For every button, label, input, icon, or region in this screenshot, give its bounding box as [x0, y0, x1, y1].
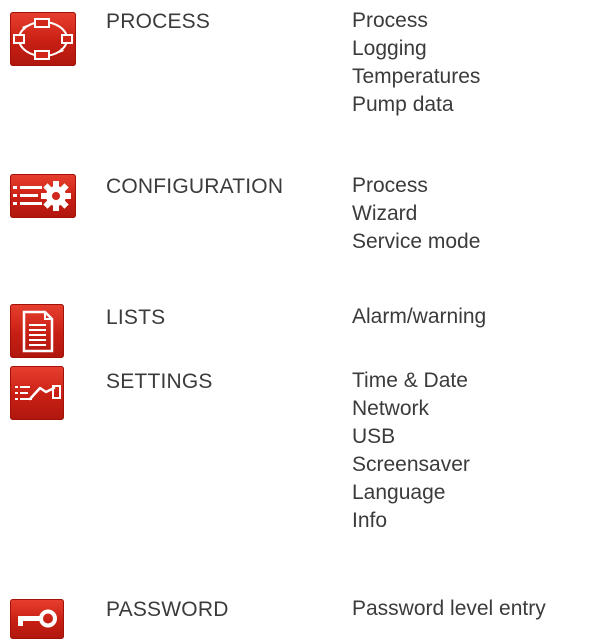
process-cycle-icon[interactable] — [10, 12, 76, 66]
section-title-process[interactable]: PROCESS — [106, 10, 210, 34]
menu-item-process[interactable]: Process — [352, 172, 480, 200]
menu-item-wizard[interactable]: Wizard — [352, 200, 480, 228]
configuration-items: Process Wizard Service mode — [352, 172, 480, 256]
section-title-settings[interactable]: SETTINGS — [106, 370, 213, 394]
menu-item-alarm-warning[interactable]: Alarm/warning — [352, 303, 486, 331]
menu-item-time-date[interactable]: Time & Date — [352, 367, 470, 395]
menu-item-language[interactable]: Language — [352, 479, 470, 507]
section-title-lists[interactable]: LISTS — [106, 306, 165, 330]
settings-hand-icon[interactable] — [10, 366, 64, 420]
menu-item-screensaver[interactable]: Screensaver — [352, 451, 470, 479]
menu-item-network[interactable]: Network — [352, 395, 470, 423]
menu-item-temperatures[interactable]: Temperatures — [352, 63, 480, 91]
password-key-icon[interactable] — [10, 599, 64, 639]
menu-item-pump-data[interactable]: Pump data — [352, 91, 480, 119]
section-title-password[interactable]: PASSWORD — [106, 598, 229, 622]
password-items: Password level entry — [352, 595, 546, 623]
menu-item-password-level-entry[interactable]: Password level entry — [352, 595, 546, 623]
section-title-configuration[interactable]: CONFIGURATION — [106, 175, 283, 199]
menu-item-info[interactable]: Info — [352, 507, 470, 535]
menu-item-logging[interactable]: Logging — [352, 35, 480, 63]
list-document-icon[interactable] — [10, 304, 64, 358]
menu-item-usb[interactable]: USB — [352, 423, 470, 451]
configuration-gear-icon[interactable] — [10, 174, 76, 218]
process-items: Process Logging Temperatures Pump data — [352, 7, 480, 119]
menu-item-process[interactable]: Process — [352, 7, 480, 35]
settings-items: Time & Date Network USB Screensaver Lang… — [352, 367, 470, 535]
lists-items: Alarm/warning — [352, 303, 486, 331]
menu-item-service-mode[interactable]: Service mode — [352, 228, 480, 256]
